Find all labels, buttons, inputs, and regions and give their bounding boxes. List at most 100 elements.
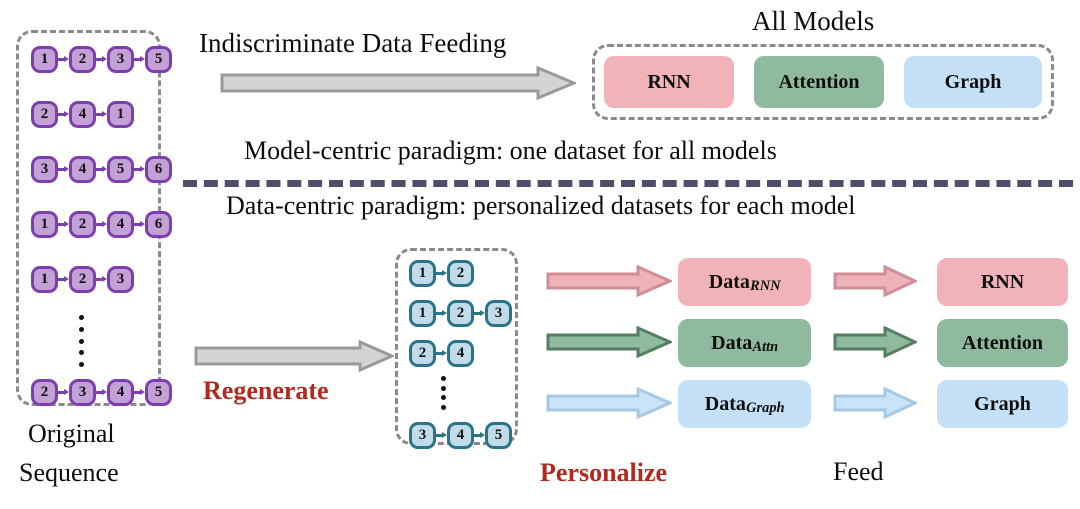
- sequence-node: 4: [107, 210, 134, 238]
- sequence-link-arrow-icon: [96, 165, 107, 172]
- sequence-node: 5: [107, 155, 134, 183]
- sequence-node: 2: [447, 259, 474, 287]
- feed-arrow-graph: [833, 387, 917, 419]
- model-centric-caption: Model-centric paradigm: one dataset for …: [244, 136, 777, 165]
- paradigm-divider: [183, 180, 1073, 187]
- dataset-subscript-attn: Attn: [752, 339, 779, 356]
- sequence-link-arrow-icon: [58, 55, 69, 62]
- feed-label: Feed: [833, 457, 884, 486]
- dataset-chip-attn: Data Attn: [678, 319, 811, 367]
- bottom-model-rnn: RNN: [937, 258, 1068, 306]
- sequence-node: 3: [107, 45, 134, 73]
- dataset-base-rnn: Data: [708, 270, 750, 293]
- sequence-node: 2: [447, 299, 474, 327]
- dataset-subscript-rnn: RNN: [750, 278, 781, 295]
- sequence-row: 345: [409, 420, 512, 450]
- sequence-link-arrow-icon: [134, 55, 145, 62]
- sequence-link-arrow-icon: [134, 165, 145, 172]
- feed-arrow-rnn: [833, 265, 917, 297]
- top-model-attention: Attention: [754, 56, 884, 108]
- original-caption-line2: Sequence: [19, 458, 119, 487]
- sequence-link-arrow-icon: [58, 220, 69, 227]
- sequence-row: 12: [409, 258, 474, 288]
- personalize-arrow-rnn: [546, 265, 672, 297]
- bottom-model-attention: Attention: [937, 319, 1068, 367]
- dataset-base-graph: Data: [704, 392, 746, 415]
- sequence-node: 4: [69, 155, 96, 183]
- regenerate-arrow: [194, 340, 394, 372]
- sequence-node: 2: [409, 339, 436, 367]
- sequence-node: 4: [447, 339, 474, 367]
- personalize-label: Personalize: [540, 458, 668, 487]
- sequence-row: 24: [409, 338, 474, 368]
- vertical-ellipsis-icon: [79, 315, 84, 367]
- sequence-row: 241: [31, 99, 134, 129]
- sequence-node: 4: [69, 100, 96, 128]
- sequence-link-arrow-icon: [58, 165, 69, 172]
- sequence-node: 1: [31, 45, 58, 73]
- sequence-link-arrow-icon: [134, 220, 145, 227]
- sequence-node: 1: [409, 299, 436, 327]
- sequence-row: 123: [31, 264, 134, 294]
- sequence-node: 2: [69, 265, 96, 293]
- sequence-node: 5: [145, 45, 172, 73]
- sequence-link-arrow-icon: [96, 110, 107, 117]
- sequence-link-arrow-icon: [58, 110, 69, 117]
- sequence-node: 3: [69, 378, 96, 406]
- sequence-node: 1: [31, 210, 58, 238]
- sequence-link-arrow-icon: [474, 431, 485, 438]
- sequence-link-arrow-icon: [474, 309, 485, 316]
- sequence-row: 3456: [31, 154, 172, 184]
- sequence-link-arrow-icon: [436, 431, 447, 438]
- data-centric-caption: Data-centric paradigm: personalized data…: [226, 191, 856, 220]
- dataset-base-attn: Data: [711, 331, 753, 354]
- sequence-node: 5: [485, 421, 512, 449]
- original-caption-line1: Original: [28, 419, 115, 448]
- sequence-node: 3: [409, 421, 436, 449]
- bottom-model-graph: Graph: [937, 380, 1068, 428]
- personalize-arrow-graph: [546, 387, 672, 419]
- sequence-row: 123: [409, 298, 512, 328]
- sequence-node: 3: [485, 299, 512, 327]
- sequence-link-arrow-icon: [436, 349, 447, 356]
- sequence-node: 5: [145, 378, 172, 406]
- sequence-row: 1246: [31, 209, 172, 239]
- sequence-node: 1: [107, 100, 134, 128]
- sequence-link-arrow-icon: [58, 388, 69, 395]
- sequence-link-arrow-icon: [96, 275, 107, 282]
- dataset-chip-rnn: Data RNN: [678, 258, 811, 306]
- personalize-arrow-attention: [546, 326, 672, 358]
- indiscriminate-feeding-label: Indiscriminate Data Feeding: [199, 28, 507, 58]
- sequence-node: 2: [69, 210, 96, 238]
- sequence-node: 2: [69, 45, 96, 73]
- sequence-row: 2345: [31, 377, 172, 407]
- sequence-node: 4: [447, 421, 474, 449]
- figure-canvas: 1235241345612461232345 Original Sequence…: [0, 0, 1080, 509]
- sequence-node: 6: [145, 155, 172, 183]
- sequence-link-arrow-icon: [96, 388, 107, 395]
- feed-arrow-attention: [833, 326, 917, 358]
- indiscriminate-feeding-arrow: [220, 66, 576, 100]
- sequence-link-arrow-icon: [134, 388, 145, 395]
- sequence-link-arrow-icon: [58, 275, 69, 282]
- sequence-link-arrow-icon: [96, 55, 107, 62]
- top-model-rnn: RNN: [604, 56, 734, 108]
- sequence-node: 2: [31, 100, 58, 128]
- top-model-graph: Graph: [904, 56, 1042, 108]
- sequence-node: 2: [31, 378, 58, 406]
- dataset-chip-graph: Data Graph: [678, 380, 811, 428]
- sequence-link-arrow-icon: [96, 220, 107, 227]
- sequence-node: 3: [31, 155, 58, 183]
- sequence-link-arrow-icon: [436, 269, 447, 276]
- sequence-link-arrow-icon: [436, 309, 447, 316]
- regenerate-label: Regenerate: [203, 376, 329, 405]
- sequence-node: 1: [409, 259, 436, 287]
- sequence-row: 1235: [31, 44, 172, 74]
- sequence-node: 4: [107, 378, 134, 406]
- all-models-title: All Models: [752, 6, 875, 36]
- sequence-node: 1: [31, 265, 58, 293]
- sequence-node: 3: [107, 265, 134, 293]
- sequence-node: 6: [145, 210, 172, 238]
- dataset-subscript-graph: Graph: [746, 400, 785, 417]
- vertical-ellipsis-icon: [441, 376, 446, 410]
